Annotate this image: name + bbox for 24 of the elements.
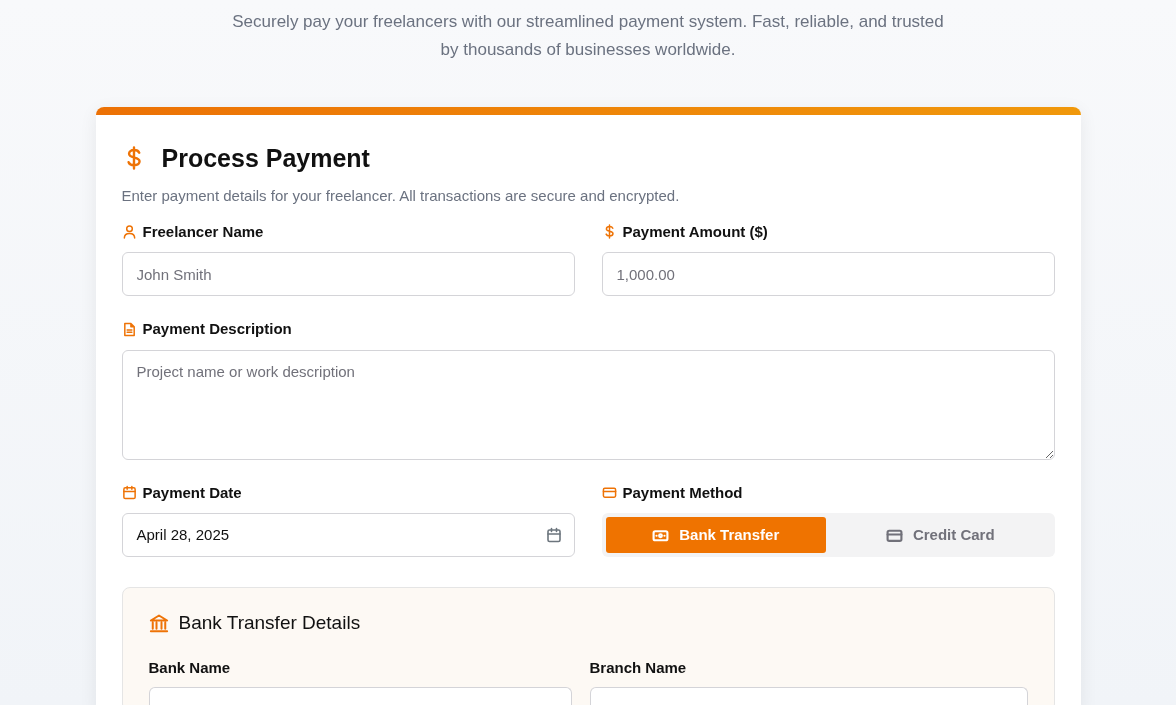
bank-icon (148, 613, 169, 634)
date-field[interactable]: April 28, 2025 (121, 513, 575, 557)
input-field[interactable]: John Smith (121, 252, 575, 296)
input-field[interactable]: Project name or work description (121, 349, 1055, 460)
intro-text: Securely pay your freelancers with our streamlined payment system. Fast, reliable, and trusted by thousands of businesses worldwide. (231, 11, 945, 61)
form-title: Process Payment (161, 143, 370, 173)
calendar-icon (121, 485, 137, 501)
field-label: Bank Name (148, 657, 231, 678)
method-tab[interactable]: Bank Transfer (605, 517, 826, 553)
panel-title: Bank Transfer Details (178, 612, 361, 635)
calendar-icon (545, 527, 562, 543)
field-label: Payment Method (622, 482, 743, 503)
card-icon (601, 485, 617, 501)
method-tab[interactable]: Credit Card (830, 517, 1051, 553)
field-label: Freelancer Name (142, 221, 264, 242)
date-value: April 28, 2025 (136, 524, 230, 545)
input-field[interactable]: 1,000.00 (601, 252, 1055, 296)
form-description: Enter payment details for your freelancer. All transactions are secure and encrypted. (121, 186, 681, 206)
document-icon (121, 321, 137, 337)
field-label: Payment Date (142, 482, 242, 503)
person-icon (121, 224, 137, 240)
field-label: Payment Description (142, 319, 292, 339)
field-label: Payment Amount ($) (622, 221, 768, 242)
field-label: Branch Name (589, 657, 687, 678)
